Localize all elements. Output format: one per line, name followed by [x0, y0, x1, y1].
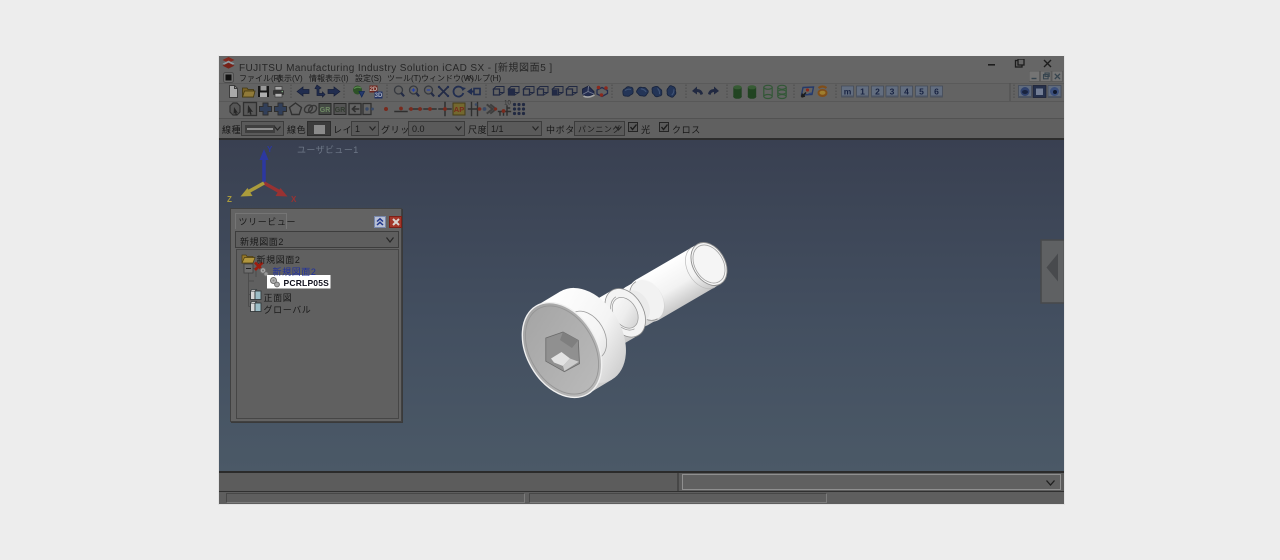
svg-text:5: 5 — [919, 87, 924, 97]
svg-text:AP: AP — [454, 105, 464, 114]
svg-text:1: 1 — [860, 87, 865, 97]
svg-text:2: 2 — [875, 87, 880, 97]
svg-text:Z: Z — [227, 195, 232, 204]
svg-text:6: 6 — [934, 87, 939, 97]
svg-text:4: 4 — [904, 87, 909, 97]
svg-text:ユーザビュー1: ユーザビュー1 — [297, 145, 359, 155]
svg-text:3: 3 — [890, 87, 895, 97]
svg-text:GR: GR — [320, 107, 331, 114]
svg-text:GR: GR — [335, 107, 346, 114]
svg-text:10: 10 — [504, 101, 511, 107]
svg-text:X: X — [291, 195, 297, 204]
svg-text:m: m — [844, 87, 852, 97]
svg-text:3D: 3D — [375, 93, 383, 99]
svg-text:Y: Y — [267, 145, 273, 154]
